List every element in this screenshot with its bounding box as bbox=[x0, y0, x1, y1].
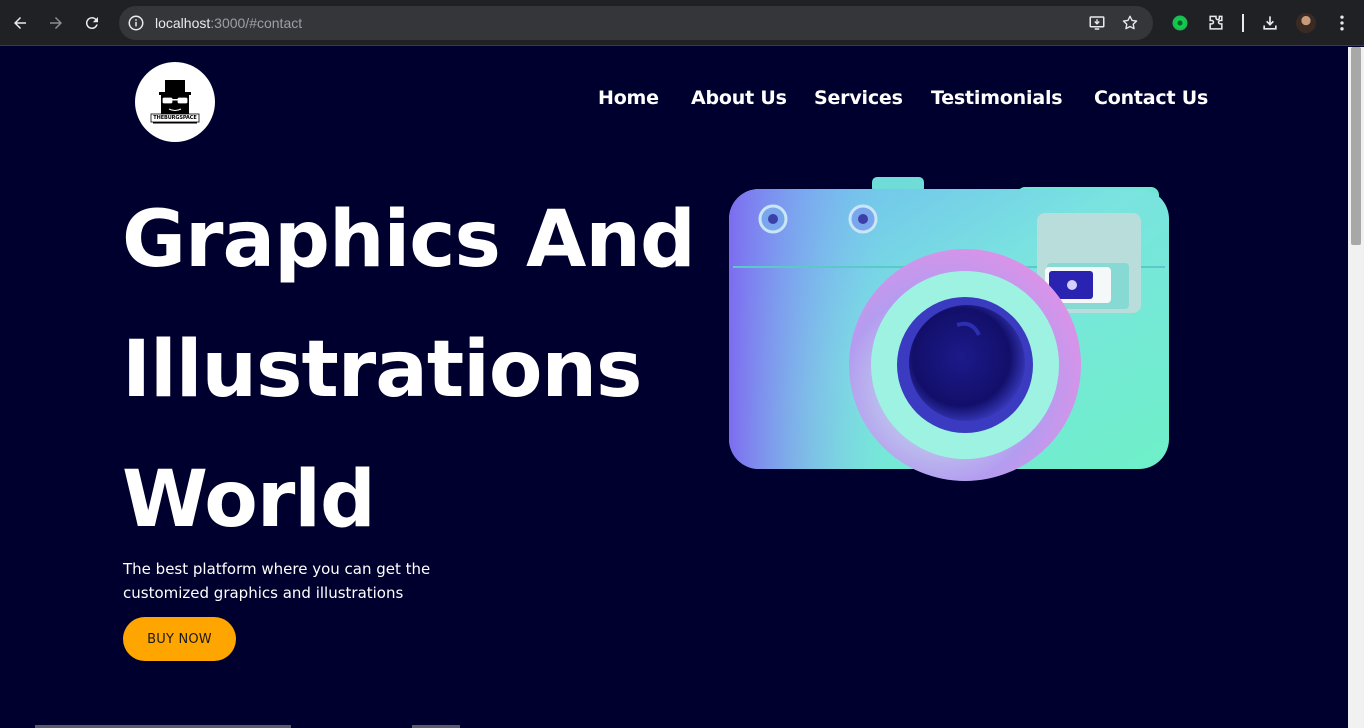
back-icon[interactable] bbox=[8, 11, 32, 35]
scrollbar-thumb[interactable] bbox=[1351, 47, 1361, 245]
address-bar[interactable]: localhost:3000/#contact bbox=[119, 6, 1153, 40]
profile-avatar[interactable] bbox=[1296, 13, 1316, 33]
download-icon[interactable] bbox=[1260, 13, 1280, 33]
hero-title-line: World bbox=[122, 455, 376, 545]
nav-services[interactable]: Services bbox=[814, 87, 903, 109]
hero-title-line: Graphics And bbox=[122, 195, 696, 285]
nav-testimonials[interactable]: Testimonials bbox=[931, 87, 1063, 109]
bookmark-star-icon[interactable] bbox=[1121, 14, 1139, 32]
hero-subtitle: The best platform where you can get the … bbox=[123, 560, 431, 602]
reload-icon[interactable] bbox=[80, 11, 104, 35]
hero-title: Graphics And Illustrations World bbox=[122, 175, 722, 565]
forward-icon[interactable] bbox=[44, 11, 68, 35]
extensions-puzzle-icon[interactable] bbox=[1206, 13, 1226, 33]
nav-contact-us[interactable]: Contact Us bbox=[1094, 87, 1208, 109]
site-info-icon[interactable] bbox=[127, 14, 145, 32]
url-text: localhost:3000/#contact bbox=[155, 15, 303, 31]
toolbar-separator bbox=[1242, 14, 1244, 32]
page-scrollbar[interactable] bbox=[1348, 47, 1364, 728]
install-app-icon[interactable] bbox=[1088, 14, 1106, 32]
extension-green-icon[interactable] bbox=[1170, 13, 1190, 33]
nav-about-us[interactable]: About Us bbox=[691, 87, 787, 109]
nav-home[interactable]: Home bbox=[598, 87, 659, 109]
page-viewport: THEBURGSPACE Home About Us Services Test… bbox=[0, 47, 1348, 728]
camera-illustration bbox=[729, 177, 1169, 481]
hero-title-line: Illustrations bbox=[122, 325, 642, 415]
buy-now-button[interactable]: BUY NOW bbox=[123, 617, 236, 661]
menu-kebab-icon[interactable] bbox=[1332, 13, 1352, 33]
browser-toolbar: localhost:3000/#contact bbox=[0, 0, 1364, 46]
main-nav: Home About Us Services Testimonials Cont… bbox=[0, 87, 1348, 117]
